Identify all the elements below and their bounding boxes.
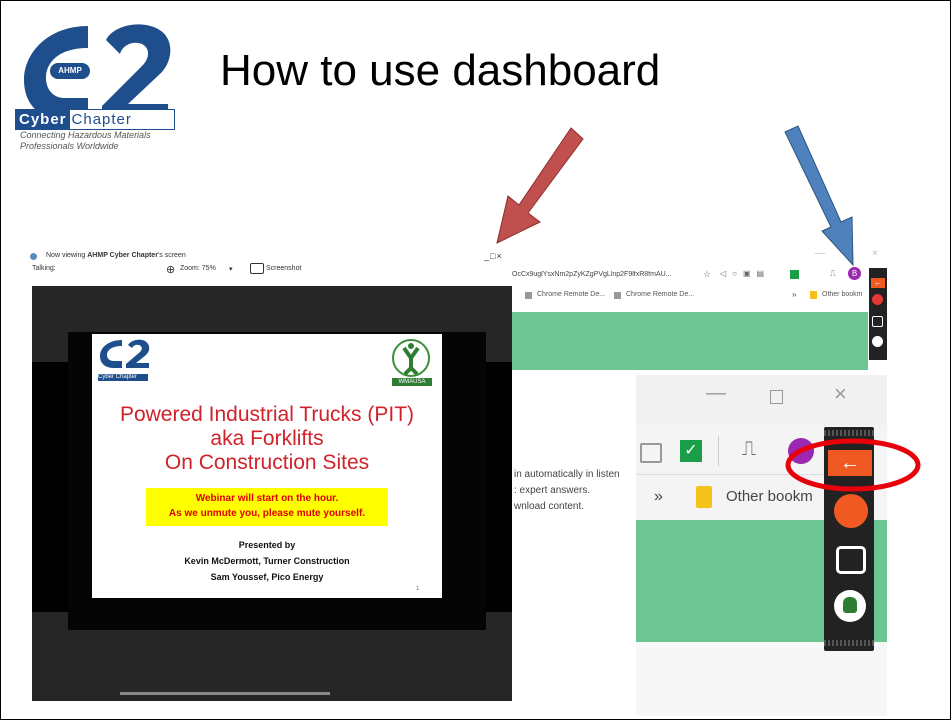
logo-tagline: Connecting Hazardous Materials Professio… — [20, 130, 151, 151]
inner-logo-text: Cyber Chapter — [98, 374, 148, 381]
toolbar-grip[interactable] — [824, 430, 874, 436]
window-controls[interactable]: _□× — [484, 251, 503, 261]
headline-line-1: Powered Industrial Trucks (PIT) — [119, 403, 415, 426]
close-button[interactable]: × — [872, 248, 878, 259]
ahmp-badge: AHMP — [50, 63, 90, 79]
star-icon[interactable]: ☆ — [703, 269, 711, 280]
presenters: Presented by Kevin McDermott, Turner Con… — [92, 537, 442, 585]
wmausa-label: WMAUSA — [392, 378, 432, 386]
presented-by: Presented by — [238, 540, 296, 550]
mic-muted-icon[interactable] — [872, 294, 883, 305]
hand-glyph — [843, 597, 857, 613]
window-icon[interactable] — [872, 316, 883, 327]
zoom-icon[interactable]: ⊕ — [166, 263, 175, 276]
extension-icons[interactable]: ◁○▣▤ — [720, 269, 770, 278]
screen-share-titlebar: Now viewing AHMP Cyber Chapter's screen … — [14, 249, 512, 285]
chevron-down-icon[interactable]: ▾ — [229, 265, 233, 273]
toolbar-divider — [718, 436, 719, 466]
profile-avatar[interactable]: B — [848, 267, 861, 280]
back-arrow-icon[interactable]: ← — [828, 450, 872, 476]
app-icon — [30, 253, 37, 260]
bookmarks-overflow[interactable]: » — [654, 488, 663, 506]
zoomed-titlebar — [636, 375, 887, 425]
other-bookmarks[interactable]: Other bookm — [822, 291, 862, 298]
address-bar[interactable]: OcCx9uglYsxNm2pZyKZgPVgLlnp2F9lfxR8fmAU.… — [512, 271, 697, 278]
page-banner — [512, 312, 868, 370]
folder-icon — [696, 486, 712, 508]
folder-icon — [810, 291, 817, 299]
cast-icon[interactable]: ⎍ — [830, 269, 836, 279]
window-icon[interactable] — [836, 546, 866, 574]
notice-line-2: As we unmute you, please mute yourself. — [168, 508, 366, 519]
toolbar-grip[interactable] — [824, 640, 874, 646]
viewing-suffix: 's screen — [157, 252, 186, 259]
page-title: How to use dashboard — [220, 46, 661, 95]
presenter-2: Sam Youssef, Pico Energy — [210, 572, 324, 582]
mic-muted-icon[interactable] — [834, 494, 868, 528]
page-body-text: in automatically in listen : expert answ… — [514, 469, 620, 512]
camera-icon[interactable] — [250, 263, 264, 274]
talking-label: Talking: — [32, 265, 56, 272]
scrollbar[interactable] — [120, 692, 330, 695]
remote-desktop-icon — [614, 292, 621, 299]
logo-wordmark: Cyber Chapter — [15, 109, 175, 130]
check-extension-icon[interactable]: ✓ — [680, 440, 702, 462]
check-extension-icon[interactable] — [790, 270, 799, 279]
bookmarks-overflow[interactable]: » — [792, 290, 796, 299]
headline-line-2: aka Forklifts — [210, 427, 324, 450]
zoomed-page-body — [636, 642, 887, 716]
presenter-1: Kevin McDermott, Turner Construction — [184, 556, 350, 566]
bookmark-2[interactable]: Chrome Remote De... — [626, 291, 694, 298]
slide-headline: Powered Industrial Trucks (PIT) aka Fork… — [92, 403, 442, 475]
other-bookmarks[interactable]: Other bookm — [726, 488, 813, 505]
viewing-name: AHMP Cyber Chapter — [87, 252, 158, 259]
zoom-close-icon[interactable]: × — [834, 381, 847, 407]
cast-icon[interactable]: ⎍ — [742, 438, 756, 461]
logo-chapter: Chapter — [71, 111, 132, 128]
bookmark-1[interactable]: Chrome Remote De... — [537, 291, 605, 298]
slide-page-number: 1 — [416, 586, 420, 592]
remote-desktop-icon — [525, 292, 532, 299]
minimize-button[interactable]: — — [815, 248, 825, 259]
inner-cyber-logo — [100, 339, 150, 368]
viewing-prefix: Now viewing — [46, 252, 88, 259]
webinar-notice: Webinar will start on the hour. As we un… — [146, 488, 388, 526]
tab-search-icon[interactable] — [640, 443, 662, 463]
notice-line-1: Webinar will start on the hour. — [195, 493, 339, 504]
toolbar-divider — [636, 474, 826, 475]
logo-cyber: Cyber — [16, 110, 70, 129]
zoom-minimize-icon[interactable]: — — [706, 382, 726, 405]
back-arrow-icon[interactable]: ← — [871, 278, 885, 288]
screenshot-button[interactable]: Screenshot — [266, 265, 301, 272]
profile-avatar[interactable] — [788, 438, 814, 464]
zoom-dropdown[interactable]: Zoom: 75% — [180, 265, 216, 272]
zoom-restore-icon[interactable] — [770, 390, 783, 404]
headline-line-3: On Construction Sites — [164, 451, 370, 474]
raise-hand-icon[interactable] — [872, 336, 883, 347]
